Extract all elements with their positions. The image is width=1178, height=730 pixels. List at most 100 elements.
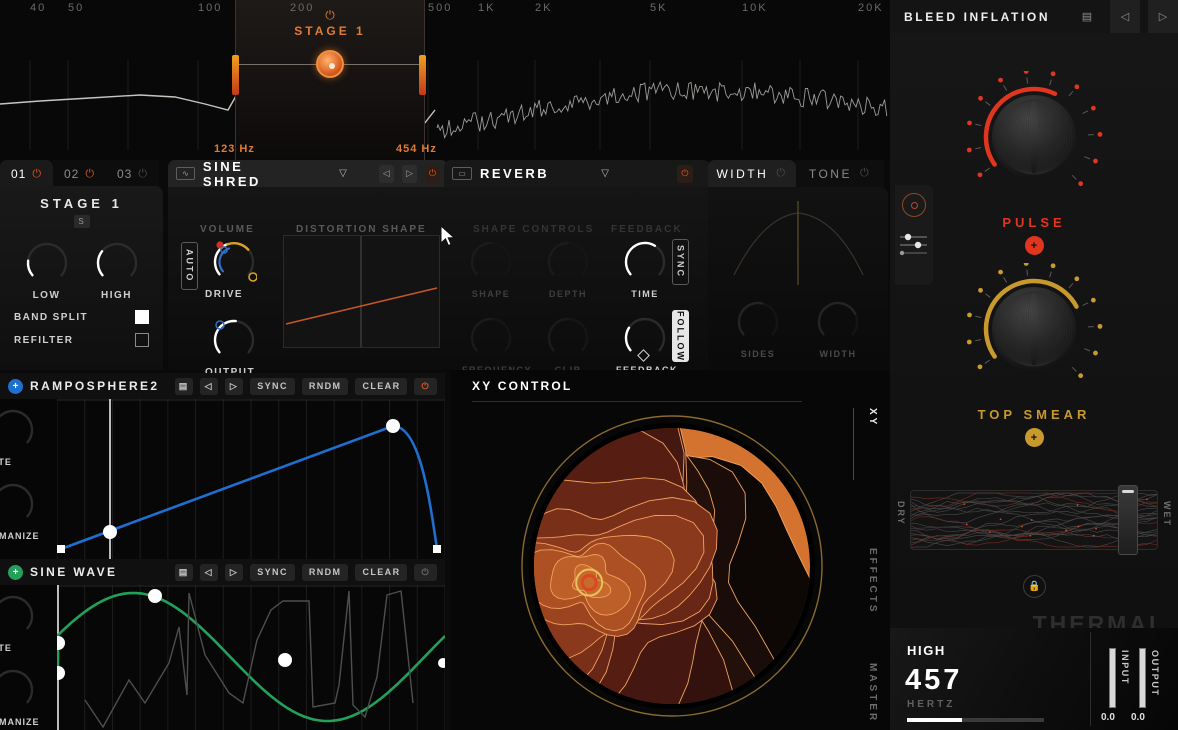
chevron-down-icon[interactable]: ▽ xyxy=(339,168,347,179)
plus-circle-icon[interactable]: + xyxy=(8,564,23,580)
distortion-shape-graph[interactable] xyxy=(283,235,440,348)
lfo-1-power-icon[interactable]: ⏻ xyxy=(414,563,437,581)
lfo-0-sync-button[interactable]: SYNC xyxy=(250,377,295,395)
band-gain-knob[interactable] xyxy=(316,50,344,78)
macro-pulse: PULSE + xyxy=(890,71,1178,255)
reverb-shape-knob[interactable]: SHAPE xyxy=(462,239,520,299)
reverb-time-knob[interactable]: TIME xyxy=(616,239,674,299)
power-icon[interactable]: ⏻ xyxy=(85,168,95,181)
reverb-feedback-knob[interactable]: FEEDBACK xyxy=(616,315,677,375)
lfo-1-clear-button[interactable]: CLEAR xyxy=(355,563,408,581)
lfo-1-graph[interactable] xyxy=(51,585,448,730)
chevron-down-icon[interactable]: ▽ xyxy=(601,168,609,179)
power-icon[interactable]: ⏻ xyxy=(860,167,871,180)
save-icon[interactable]: ▤ xyxy=(174,377,193,395)
lfo-0-humanize-knob[interactable] xyxy=(0,481,36,527)
lfo-1-sync-button[interactable]: SYNC xyxy=(250,563,295,581)
xy-tab-strip[interactable]: XY EFFECTS MASTER xyxy=(852,408,878,723)
spectrum-analyzer[interactable]: ⏻ STAGE 1 123 Hz 454 Hz 40 50 100 200 500 1K 2… xyxy=(0,0,890,160)
stage-tab-03[interactable]: 03 ⏻ xyxy=(106,160,159,188)
prev-arrow-icon[interactable]: ◁ xyxy=(199,563,218,581)
tab-tone[interactable]: TONE ⏻ xyxy=(796,160,884,187)
lfo-1-header[interactable]: + SINE WAVE ▤ ◁ ▷ SYNC RNDM CLEAR ⏻ xyxy=(0,559,445,585)
xy-tab-effects[interactable]: EFFECTS xyxy=(867,548,878,615)
next-arrow-icon[interactable]: ▷ xyxy=(224,563,244,581)
output-knob-wrap[interactable]: OUTPUT xyxy=(205,317,263,378)
pulse-macro-knob[interactable] xyxy=(964,71,1104,211)
reverb-header[interactable]: ▭ REVERB ▽ ⏻ xyxy=(444,160,710,187)
lfo-0-knobs[interactable]: RATE HUMANIZE xyxy=(0,399,57,559)
reverb-panel: ▭ REVERB ▽ ⏻ SHAPE CONTROLS FEEDBACK SHA… xyxy=(444,160,710,375)
stage-tab-02[interactable]: 02 ⏻ xyxy=(53,160,106,188)
output-knob[interactable] xyxy=(211,317,257,363)
save-icon[interactable]: ▤ xyxy=(174,563,193,581)
prev-arrow-icon[interactable]: ◁ xyxy=(378,164,394,183)
freq-tick: 2K xyxy=(535,2,553,14)
stage-high-knob[interactable]: HIGH xyxy=(94,240,140,301)
readout-bar[interactable] xyxy=(907,718,1044,722)
reverb-depth-knob[interactable]: DEPTH xyxy=(539,239,597,299)
lfo-0-rndm-button[interactable]: RNDM xyxy=(301,377,349,395)
stage-tab-01[interactable]: 01 ⏻ xyxy=(0,160,53,188)
plus-circle-icon[interactable]: + xyxy=(8,378,23,394)
next-arrow-icon[interactable]: ▷ xyxy=(1148,0,1178,33)
follow-button[interactable]: FOLLOW xyxy=(672,310,689,362)
xy-control-panel: XY CONTROL XY EFFECTS MASTER xyxy=(450,370,890,730)
wt-width-knob[interactable]: WIDTH xyxy=(808,299,868,359)
lfo-1-humanize-knob[interactable] xyxy=(0,667,36,713)
band-handle-high[interactable] xyxy=(419,55,426,95)
checkbox-row-refilter[interactable]: REFILTER xyxy=(0,333,163,347)
reverb-clip-knob[interactable]: CLIP xyxy=(539,315,597,375)
pulse-add-icon[interactable]: + xyxy=(1024,236,1044,255)
dry-wet-handle[interactable] xyxy=(1118,485,1138,555)
next-arrow-icon[interactable]: ▷ xyxy=(224,377,244,395)
lfo-1-rndm-button[interactable]: RNDM xyxy=(301,563,349,581)
drive-knob[interactable] xyxy=(211,239,257,285)
stage-checkboxes[interactable]: BAND SPLIT REFILTER xyxy=(0,310,163,347)
auto-button[interactable]: AUTO xyxy=(181,242,198,290)
save-icon[interactable]: ▤ xyxy=(1072,0,1102,33)
reverb-power-icon[interactable]: ⏻ xyxy=(676,164,693,183)
sine-shred-header[interactable]: ∿ SINE SHRED ▽ ◁ ▷ ⏻ xyxy=(168,158,448,189)
width-tone-tabs[interactable]: WIDTH ⏻ TONE ⏻ xyxy=(708,160,888,187)
lfo-0-graph[interactable] xyxy=(56,399,446,559)
lfo-1-rate-knob[interactable] xyxy=(0,593,36,639)
xy-tab-xy[interactable]: XY xyxy=(867,408,878,427)
sine-shred-title: SINE SHRED xyxy=(202,158,261,189)
xy-tab-master[interactable]: MASTER xyxy=(867,663,878,723)
stage-power-icon[interactable]: ⏻ xyxy=(235,8,425,23)
stage-knob-row[interactable]: LOW HIGH xyxy=(0,240,163,301)
tab-width[interactable]: WIDTH ⏻ xyxy=(708,160,796,187)
top-smear-macro-knob[interactable] xyxy=(964,263,1104,403)
sine-shred-body: VOLUME DISTORTION SHAPE AUTO DRIVE OUTPU… xyxy=(168,187,448,378)
stage-solo-button[interactable]: S xyxy=(73,215,90,228)
checkbox[interactable] xyxy=(135,333,149,347)
band-handle-low[interactable] xyxy=(232,55,239,95)
lock-icon[interactable]: 🔒 xyxy=(1023,575,1046,598)
lfo-1-knobs[interactable]: RATE HUMANIZE xyxy=(0,585,57,730)
lfo-0-power-icon[interactable]: ⏻ xyxy=(414,377,437,395)
power-icon[interactable]: ⏻ xyxy=(32,168,42,181)
prev-arrow-icon[interactable]: ◁ xyxy=(199,377,218,395)
lfo-0-header[interactable]: + RAMPOSPHERE2 ▤ ◁ ▷ SYNC RNDM CLEAR ⏻ xyxy=(0,373,445,399)
stage-low-knob[interactable]: LOW xyxy=(24,240,70,301)
reverb-frequency-knob[interactable]: FREQUENCY xyxy=(462,315,531,375)
checkbox[interactable] xyxy=(135,310,149,324)
stage-tab-bar[interactable]: 01 ⏻ 02 ⏻ 03 ⏻ xyxy=(0,160,163,188)
sync-button[interactable]: SYNC xyxy=(672,239,689,285)
drive-knob-wrap[interactable]: DRIVE xyxy=(205,239,263,300)
knob-label: WIDTH xyxy=(819,349,857,359)
lfo-0-rate-knob[interactable] xyxy=(0,407,36,453)
sine-shred-power-icon[interactable]: ⏻ xyxy=(424,164,440,183)
preset-name[interactable]: BLEED INFLATION xyxy=(904,10,1064,24)
checkbox-row-band-split[interactable]: BAND SPLIT xyxy=(0,310,163,324)
power-icon[interactable]: ⏻ xyxy=(138,168,148,181)
top-smear-add-icon[interactable]: + xyxy=(1024,428,1044,447)
power-icon[interactable]: ⏻ xyxy=(776,167,787,180)
lfo-0-clear-button[interactable]: CLEAR xyxy=(355,377,408,395)
xy-pad[interactable] xyxy=(502,406,842,726)
next-arrow-icon[interactable]: ▷ xyxy=(401,164,417,183)
prev-arrow-icon[interactable]: ◁ xyxy=(1110,0,1140,33)
wt-sides-knob[interactable]: SIDES xyxy=(728,299,788,359)
stage-body: STAGE 1 S LOW HIGH BAND SPLIT REFILTER xyxy=(0,186,163,370)
